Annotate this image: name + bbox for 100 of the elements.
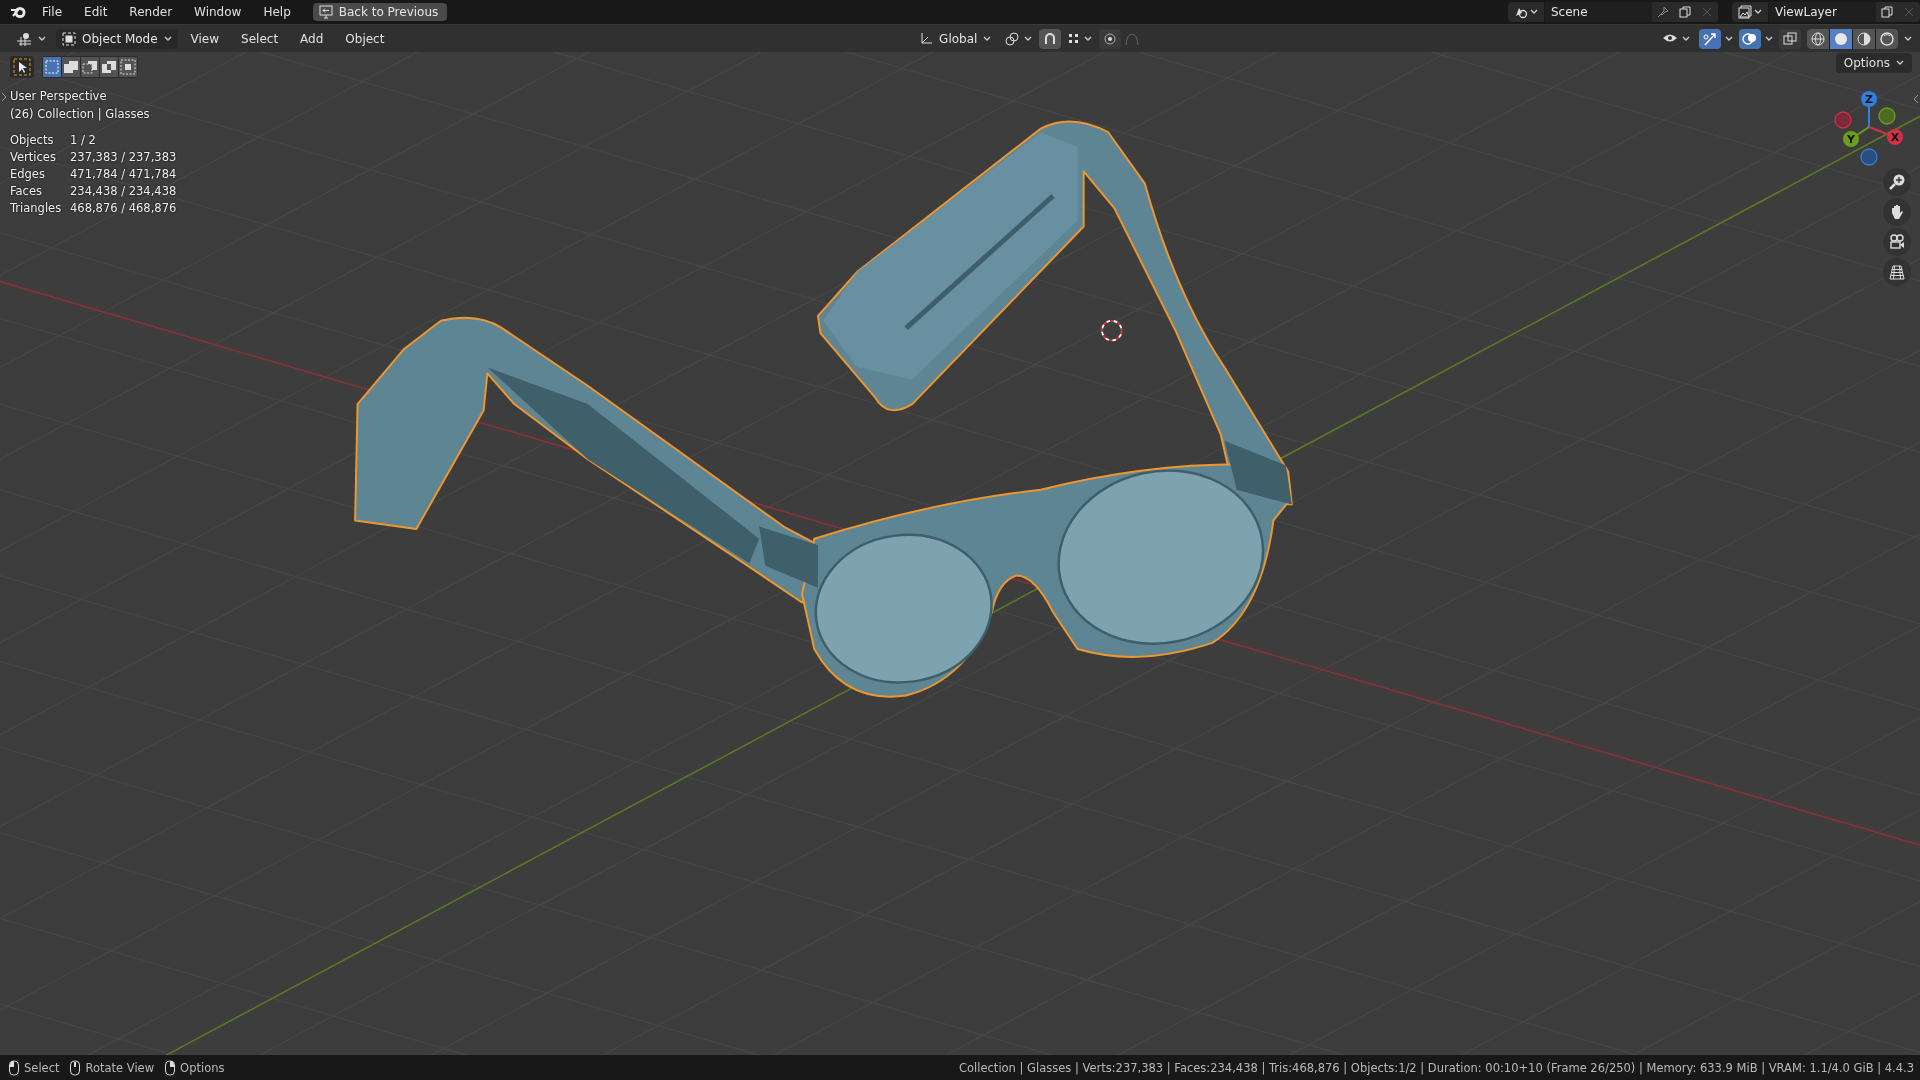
menu-item[interactable]: Help — [255, 2, 299, 22]
back-to-previous-button[interactable]: Back to Previous — [312, 3, 448, 21]
magnifier-icon — [1888, 173, 1906, 191]
selection-mode-icon — [44, 59, 60, 75]
shortcut-hint: Options — [180, 1060, 225, 1075]
mouse-icon — [164, 1059, 177, 1076]
caret-icon — [983, 35, 992, 42]
axis-handle[interactable]: Z — [1861, 91, 1877, 128]
stat-value: 237,383 / 237,383 — [70, 149, 177, 166]
shortcut-hint: Rotate View — [85, 1060, 155, 1075]
negative-axis-handle[interactable] — [1878, 107, 1896, 125]
snap-toggle[interactable] — [1039, 28, 1062, 49]
stat-value: 234,438 / 234,438 — [70, 183, 177, 200]
falloff-curve-icon — [1125, 31, 1140, 46]
perspective-toggle-button[interactable] — [1883, 258, 1911, 286]
magnet-icon — [1043, 31, 1058, 46]
stat-label: Edges — [10, 166, 46, 183]
stat-value: 468,876 / 468,876 — [70, 200, 177, 217]
menu-item[interactable]: Object — [336, 28, 394, 49]
caret-icon — [1754, 9, 1762, 15]
solid-shading-button[interactable] — [1830, 28, 1852, 49]
x-ray-toggle[interactable] — [1779, 28, 1801, 49]
sphere-icon — [1833, 30, 1849, 47]
stat-label: Triangles — [10, 200, 63, 217]
select-mode-button[interactable] — [100, 57, 118, 77]
select-mode-button[interactable] — [81, 57, 99, 77]
gizmos-icon — [1702, 30, 1718, 47]
stat-value: 471,784 / 471,784 — [70, 166, 177, 183]
zoom-button[interactable] — [1883, 168, 1911, 196]
app-logo-icon[interactable] — [10, 5, 28, 19]
menu-item[interactable]: Add — [291, 28, 333, 49]
view-title: User Perspective — [10, 88, 108, 105]
gizmos-toggle[interactable] — [1699, 28, 1721, 49]
view-layer-selector[interactable]: ViewLayer — [1732, 2, 1920, 22]
caret-icon — [1024, 35, 1033, 42]
rendered-shading-button[interactable] — [1876, 28, 1898, 49]
stat-value: 1 / 2 — [70, 132, 97, 149]
camera-icon — [1888, 233, 1906, 251]
pin-icon[interactable] — [1657, 6, 1669, 18]
selection-mode-icon — [63, 59, 79, 75]
stat-label: Vertices — [10, 149, 57, 166]
scene-name[interactable]: Scene — [1545, 2, 1652, 22]
shortcut-hint: Select — [24, 1060, 60, 1075]
cube-icon — [62, 31, 76, 46]
overlays-icon — [1742, 30, 1758, 47]
layers-icon — [1738, 5, 1752, 19]
selection-mode-icon — [101, 59, 117, 75]
grid-icon — [1068, 32, 1081, 45]
mouse-icon — [69, 1059, 82, 1076]
collection-label: (26) Collection | Glasses — [10, 106, 151, 123]
select-tool-button[interactable] — [10, 56, 34, 78]
negative-axis-handle[interactable] — [1834, 111, 1852, 129]
glasses-model-drawing[interactable] — [354, 120, 1293, 698]
caret-icon — [1530, 9, 1538, 15]
caret-icon — [38, 35, 46, 42]
proportional-editing-toggle[interactable] — [1099, 28, 1122, 49]
select-mode-button[interactable] — [62, 57, 80, 77]
caret-icon — [1725, 35, 1733, 42]
camera-view-button[interactable] — [1883, 228, 1911, 256]
copy-icon[interactable] — [1881, 6, 1893, 18]
caret-icon — [1896, 60, 1904, 66]
menu-item[interactable]: Window — [186, 2, 250, 22]
target-icon — [1103, 31, 1118, 46]
stat-label: Objects — [10, 132, 55, 149]
mode-dropdown[interactable]: Object Mode — [56, 28, 178, 49]
mouse-icon — [8, 1059, 20, 1076]
menu-item[interactable]: Select — [232, 28, 288, 49]
caret-icon — [1765, 35, 1773, 42]
xray-icon — [1782, 30, 1798, 47]
axes-icon — [16, 31, 32, 46]
options-dropdown[interactable]: Options — [1835, 53, 1912, 73]
menu-item[interactable]: Edit — [76, 2, 116, 22]
view-layer-name[interactable]: ViewLayer — [1769, 2, 1876, 22]
menu-item[interactable]: View — [181, 28, 229, 49]
pan-button[interactable] — [1883, 198, 1911, 226]
axes-icon — [919, 31, 934, 46]
menu-item[interactable]: File — [34, 2, 71, 22]
caret-icon — [1084, 35, 1093, 42]
cursor-icon — [13, 58, 31, 76]
wireframe-shading-button[interactable] — [1807, 28, 1829, 49]
overlays-toggle[interactable] — [1739, 28, 1761, 49]
sphere-icon — [1810, 30, 1826, 47]
caret-icon — [163, 35, 172, 42]
caret-icon — [1682, 35, 1690, 42]
material-shading-button[interactable] — [1853, 28, 1875, 49]
menu-item[interactable]: Render — [121, 2, 181, 22]
axis-handle[interactable]: X — [1868, 126, 1903, 145]
negative-axis-handle[interactable] — [1860, 148, 1878, 166]
sphere-icon — [1879, 30, 1895, 47]
status-info: Collection | Glasses | Verts:237,383 | Faces:234,438 | Tris:468,876 | Objects:1/2 | Duration: 00:10+10 (Frame 26/250) | Memory: 633.9 MiB | VRAM: 1.1/4.0 GiB | 4.4.3 — [959, 1060, 1914, 1075]
orientation-dropdown[interactable]: Global — [913, 28, 998, 49]
selection-mode-icon — [82, 59, 98, 75]
sphere-icon — [1856, 30, 1872, 47]
copy-icon[interactable] — [1679, 6, 1691, 18]
select-mode-button[interactable] — [119, 57, 137, 77]
axis-handle[interactable]: Y — [1843, 126, 1870, 147]
3d-cursor-icon — [1101, 319, 1123, 342]
selection-mode-icon — [120, 59, 136, 75]
scene-selector[interactable]: Scene — [1508, 2, 1718, 22]
grid-plane-icon — [1888, 263, 1906, 281]
